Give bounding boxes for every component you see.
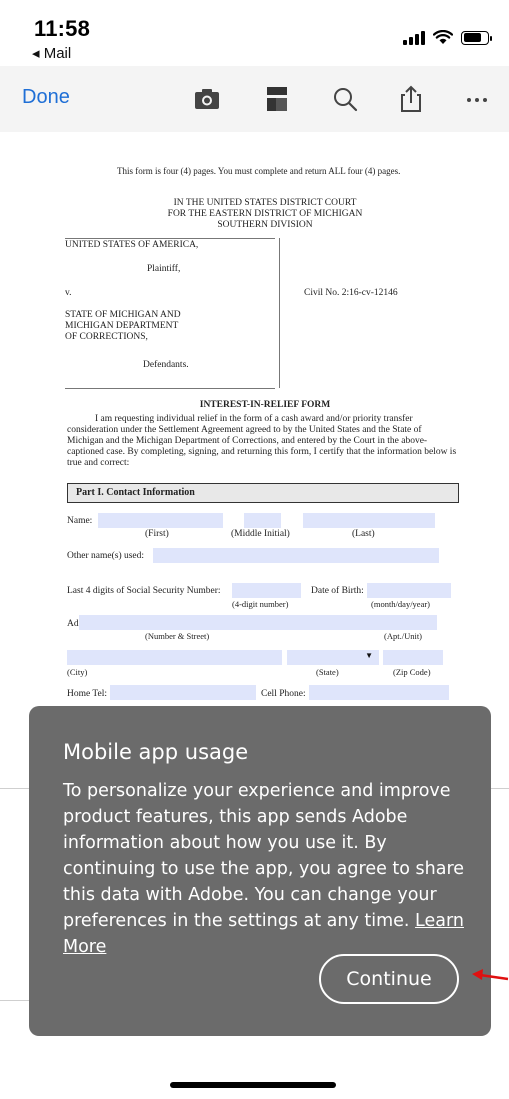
defendant-line-3: OF CORRECTIONS,: [65, 332, 148, 342]
status-time: 11:58: [34, 16, 91, 41]
page-divider-left: [0, 788, 29, 789]
apt-sub-label: (Apt./Unit): [384, 631, 423, 641]
dob-sub-label: (month/day/year): [371, 599, 431, 609]
dialog-title: Mobile app usage: [63, 740, 249, 764]
street-sub-label: (Number & Street): [145, 631, 210, 641]
form-notice: This form is four (4) pages. You must co…: [117, 166, 401, 176]
court-line-1: IN THE UNITED STATES DISTRICT COURT: [173, 198, 357, 208]
zip-field[interactable]: [383, 650, 443, 665]
more-icon[interactable]: [462, 84, 492, 114]
home-tel-label: Home Tel:: [67, 689, 108, 699]
middle-initial-field[interactable]: [244, 513, 281, 528]
zip-sub-label: (Zip Code): [393, 667, 431, 677]
first-name-field[interactable]: [98, 513, 223, 528]
city-field[interactable]: [67, 650, 282, 665]
usage-consent-dialog: Mobile app usage To personalize your exp…: [29, 706, 491, 1036]
middle-sub-label: (Middle Initial): [231, 529, 290, 539]
apt-field[interactable]: [361, 615, 437, 630]
civil-number: Civil No. 2:16-cv-12146: [304, 288, 398, 298]
dropdown-arrow-icon: ▼: [365, 651, 373, 660]
camera-icon[interactable]: [192, 84, 222, 114]
back-to-mail-link[interactable]: ◂ Mail: [32, 44, 71, 62]
home-indicator[interactable]: [170, 1082, 336, 1088]
defendant-line-1: STATE OF MICHIGAN AND: [65, 310, 181, 320]
status-icons: [403, 30, 492, 45]
state-sub-label: (State): [316, 667, 339, 677]
city-sub-label: (City): [67, 667, 88, 677]
status-bar: 11:58 ◂ Mail: [0, 0, 509, 66]
dialog-body-text: To personalize your experience and impro…: [63, 781, 465, 931]
state-select[interactable]: ▼: [287, 650, 379, 665]
other-names-label: Other name(s) used:: [67, 551, 145, 561]
share-icon[interactable]: [396, 84, 426, 114]
form-title: INTEREST-IN-RELIEF FORM: [199, 400, 331, 410]
pdf-page: This form is four (4) pages. You must co…: [55, 156, 475, 716]
part-heading: Part I. Contact Information: [67, 483, 459, 503]
toolbar: Done: [0, 66, 509, 132]
done-button[interactable]: Done: [22, 86, 70, 109]
wifi-icon: [433, 30, 453, 44]
battery-icon: [461, 30, 492, 45]
versus-label: v.: [65, 288, 72, 298]
page-divider-right: [491, 788, 509, 789]
dob-field[interactable]: [367, 583, 451, 598]
name-label: Name:: [67, 516, 93, 526]
dob-label: Date of Birth:: [311, 586, 364, 596]
last-sub-label: (Last): [352, 529, 375, 539]
caption-rule-bottom: [65, 388, 275, 389]
last-name-field[interactable]: [303, 513, 435, 528]
caption-rule-top: [65, 238, 275, 239]
street-field[interactable]: [79, 615, 370, 630]
court-line-3: SOUTHERN DIVISION: [217, 220, 313, 230]
ssn-sub-label: (4-digit number): [232, 599, 289, 609]
ssn-label: Last 4 digits of Social Security Number:: [67, 586, 221, 596]
page-divider-left-lower: [0, 1000, 29, 1001]
ssn-field[interactable]: [232, 583, 301, 598]
search-icon[interactable]: [330, 84, 360, 114]
caption-bracket: [274, 238, 280, 388]
plaintiff-label: Plaintiff,: [147, 264, 181, 274]
party-plaintiff-name: UNITED STATES OF AMERICA,: [65, 240, 199, 250]
red-arrow-annotation: [472, 969, 509, 981]
bookmark-icon[interactable]: [262, 84, 292, 114]
home-tel-field[interactable]: [110, 685, 256, 700]
cellular-signal-icon: [403, 30, 425, 45]
cell-phone-field[interactable]: [309, 685, 449, 700]
continue-button[interactable]: Continue: [319, 954, 459, 1004]
dialog-body: To personalize your experience and impro…: [63, 778, 473, 960]
defendant-line-2: MICHIGAN DEPARTMENT: [65, 321, 179, 331]
court-line-2: FOR THE EASTERN DISTRICT OF MICHIGAN: [167, 209, 363, 219]
other-names-field[interactable]: [153, 548, 439, 563]
first-sub-label: (First): [145, 529, 169, 539]
defendants-label: Defendants.: [143, 360, 189, 370]
cell-phone-label: Cell Phone:: [261, 689, 306, 699]
intro-paragraph: I am requesting individual relief in the…: [67, 414, 457, 468]
